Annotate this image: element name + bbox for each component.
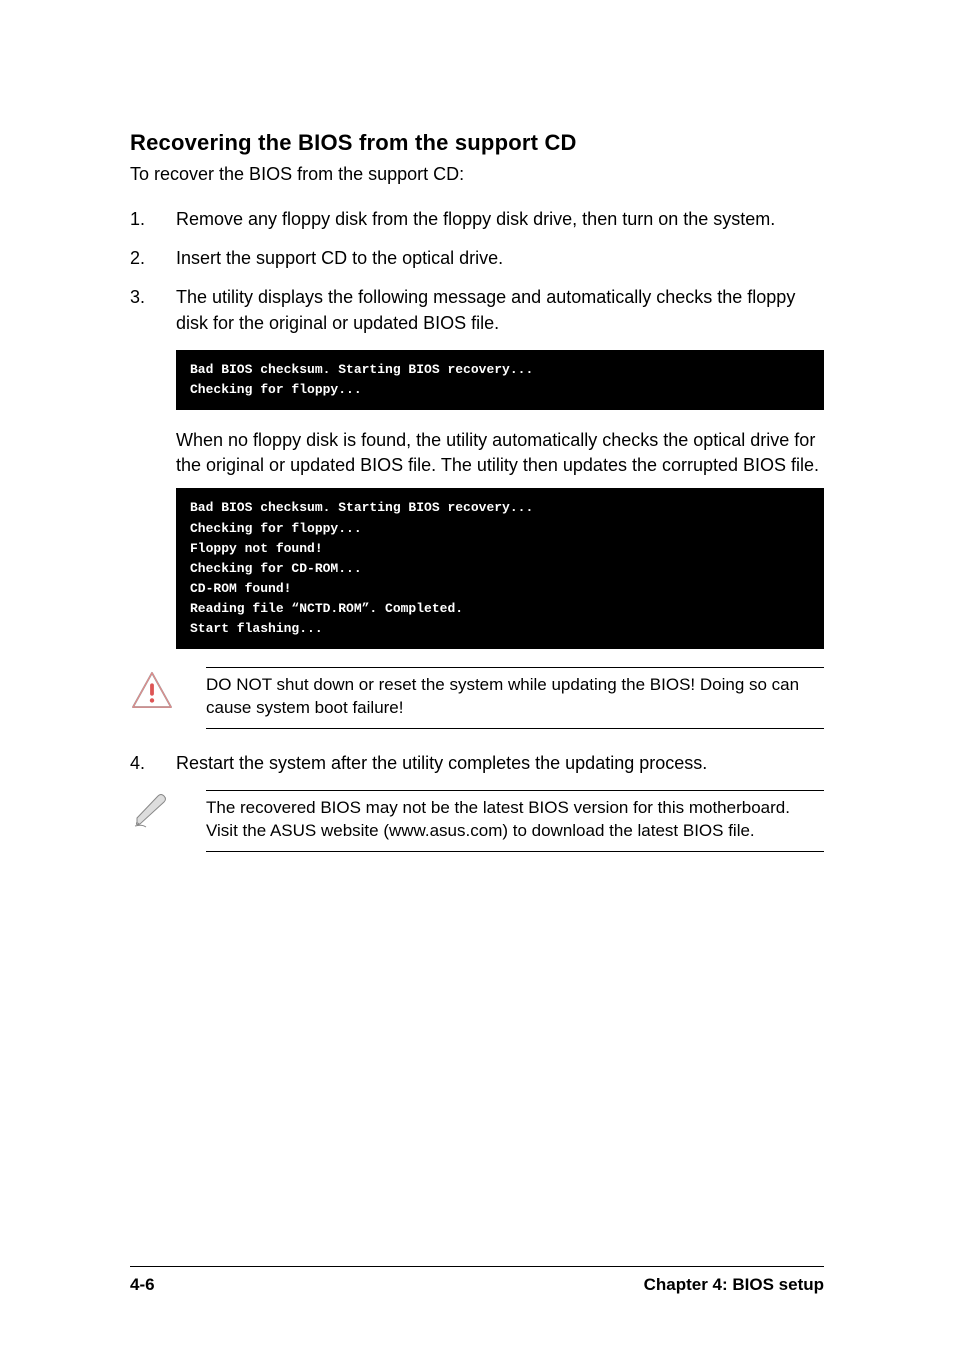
intro-text: To recover the BIOS from the support CD: — [130, 164, 824, 185]
warning-text: DO NOT shut down or reset the system whi… — [206, 667, 824, 729]
pencil-icon — [130, 790, 174, 828]
list-number: 2. — [130, 246, 176, 271]
page-content: Recovering the BIOS from the support CD … — [130, 130, 824, 852]
code-block-2: Bad BIOS checksum. Starting BIOS recover… — [176, 488, 824, 649]
list-body: Restart the system after the utility com… — [176, 751, 824, 776]
section-heading: Recovering the BIOS from the support CD — [130, 130, 824, 156]
list-body: Insert the support CD to the optical dri… — [176, 246, 824, 271]
list-number: 4. — [130, 751, 176, 776]
warning-icon — [130, 667, 174, 709]
page-footer: 4-6 Chapter 4: BIOS setup — [130, 1266, 824, 1295]
list-body: Remove any floppy disk from the floppy d… — [176, 207, 824, 232]
note-text: The recovered BIOS may not be the latest… — [206, 790, 824, 852]
list-number: 1. — [130, 207, 176, 232]
warning-box: DO NOT shut down or reset the system whi… — [212, 667, 824, 729]
list-number: 3. — [130, 285, 176, 310]
code-block-1: Bad BIOS checksum. Starting BIOS recover… — [176, 350, 824, 410]
note-box: The recovered BIOS may not be the latest… — [212, 790, 824, 852]
list-body: The utility displays the following messa… — [176, 285, 824, 335]
list-item: 3. The utility displays the following me… — [130, 285, 824, 335]
footer-page-number: 4-6 — [130, 1275, 155, 1295]
list-item: 2. Insert the support CD to the optical … — [130, 246, 824, 271]
list-item: 4. Restart the system after the utility … — [130, 751, 824, 776]
list-item: 1. Remove any floppy disk from the flopp… — [130, 207, 824, 232]
mid-paragraph: When no floppy disk is found, the utilit… — [176, 428, 824, 478]
footer-chapter: Chapter 4: BIOS setup — [644, 1275, 824, 1295]
